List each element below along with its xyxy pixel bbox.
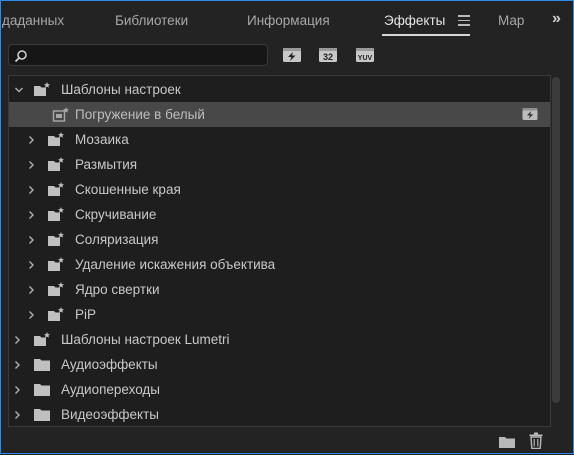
search-field[interactable] xyxy=(8,44,268,66)
active-tab-underline xyxy=(382,34,470,36)
preset-folder-icon xyxy=(48,207,64,221)
tree-row-lens-distortion[interactable]: Удаление искажения объектива xyxy=(9,252,550,277)
tab-info[interactable]: Информация xyxy=(247,13,330,28)
search-input[interactable] xyxy=(31,47,265,65)
tree-row-twirl[interactable]: Скручивание xyxy=(9,202,550,227)
tree-row-label: Скручивание xyxy=(75,207,157,222)
preset-folder-icon xyxy=(48,157,64,171)
chevron-right-icon[interactable] xyxy=(12,360,22,370)
tree-row-convolution-kernel[interactable]: Ядро свертки xyxy=(9,277,550,302)
preset-folder-icon xyxy=(48,232,64,246)
tree-row-label: Шаблоны настроек xyxy=(61,82,181,97)
tab-effects[interactable]: Эффекты xyxy=(384,13,445,28)
tree-row-label: Шаблоны настроек Lumetri xyxy=(61,332,230,347)
tree-row-label: PiP xyxy=(75,307,97,322)
tree-row-audio-effects[interactable]: Аудиоэффекты xyxy=(9,352,550,377)
tree-row-blurs[interactable]: Размытия xyxy=(9,152,550,177)
chevron-right-icon[interactable] xyxy=(26,185,36,195)
tree-row-pip[interactable]: PiP xyxy=(9,302,550,327)
tree-row-video-effects[interactable]: Видеоэффекты xyxy=(9,402,550,426)
chevron-down-icon[interactable] xyxy=(14,85,24,95)
tree-row-label: Аудиопереходы xyxy=(61,382,161,397)
chevron-right-icon[interactable] xyxy=(26,310,36,320)
search-icon xyxy=(14,50,27,63)
new-folder-icon[interactable] xyxy=(498,435,516,449)
tree-row-presets[interactable]: Шаблоны настроек xyxy=(9,77,550,102)
panel-menu-icon[interactable] xyxy=(458,15,470,26)
chevron-right-icon[interactable] xyxy=(26,210,36,220)
preset-folder-icon xyxy=(48,257,64,271)
overflow-tabs-icon[interactable]: » xyxy=(552,10,561,28)
chevron-right-icon[interactable] xyxy=(26,235,36,245)
yuv-effects-icon[interactable]: YUV xyxy=(355,45,375,65)
chevron-right-icon[interactable] xyxy=(26,260,36,270)
folder-icon xyxy=(34,384,50,396)
32-bit-label: 32 xyxy=(323,52,333,62)
tab-metadata[interactable]: даданных xyxy=(2,13,64,28)
folder-icon xyxy=(34,409,50,421)
preset-folder-icon xyxy=(48,182,64,196)
preset-folder-icon xyxy=(34,332,50,346)
effects-panel: даданных Библиотеки Информация Эффекты М… xyxy=(0,0,574,454)
tree-row-audio-transitions[interactable]: Аудиопереходы xyxy=(9,377,550,402)
tree-row-label: Мозаика xyxy=(75,132,129,147)
tree-row-lumetri-presets[interactable]: Шаблоны настроек Lumetri xyxy=(9,327,550,352)
tree-row-label: Размытия xyxy=(75,157,138,172)
tab-libraries[interactable]: Библиотеки xyxy=(115,13,188,28)
trash-icon[interactable] xyxy=(529,432,543,449)
tab-markers[interactable]: Мар xyxy=(498,13,524,28)
tree-row-label: Соляризация xyxy=(75,232,159,247)
tree-row-mosaic[interactable]: Мозаика xyxy=(9,127,550,152)
tree-row-label: Ядро свертки xyxy=(75,282,160,297)
tree-row-bevel-edges[interactable]: Скошенные края xyxy=(9,177,550,202)
preset-folder-icon xyxy=(34,82,50,96)
accelerated-badge-icon xyxy=(522,108,538,120)
tree-row-solarize[interactable]: Соляризация xyxy=(9,227,550,252)
tree-row-label: Скошенные края xyxy=(75,182,181,197)
preset-folder-icon xyxy=(48,307,64,321)
folder-icon xyxy=(34,359,50,371)
yuv-label: YUV xyxy=(358,55,373,62)
effects-tree: Шаблоны настроек Погружение в белый Моза… xyxy=(8,75,551,427)
tree-row-label: Аудиоэффекты xyxy=(61,357,158,372)
vertical-scrollbar[interactable] xyxy=(552,77,560,403)
tree-row-label: Погружение в белый xyxy=(75,107,205,122)
preset-folder-icon xyxy=(48,132,64,146)
tree-row-selected-preset[interactable]: Погружение в белый xyxy=(9,102,550,127)
chevron-right-icon[interactable] xyxy=(26,135,36,145)
chevron-right-icon[interactable] xyxy=(26,160,36,170)
preset-folder-icon xyxy=(48,282,64,296)
chevron-right-icon[interactable] xyxy=(12,410,22,420)
tree-row-label: Видеоэффекты xyxy=(61,407,159,422)
chevron-right-icon[interactable] xyxy=(12,335,22,345)
tab-bar: даданных Библиотеки Информация Эффекты М… xyxy=(2,2,572,38)
tree-row-label: Удаление искажения объектива xyxy=(75,257,276,272)
32-bit-effects-icon[interactable]: 32 xyxy=(318,45,338,65)
accelerated-effects-icon[interactable] xyxy=(282,45,302,65)
chevron-right-icon[interactable] xyxy=(12,385,22,395)
bottom-toolbar xyxy=(1,427,574,455)
chevron-right-icon[interactable] xyxy=(26,285,36,295)
preset-item-icon xyxy=(52,107,69,122)
